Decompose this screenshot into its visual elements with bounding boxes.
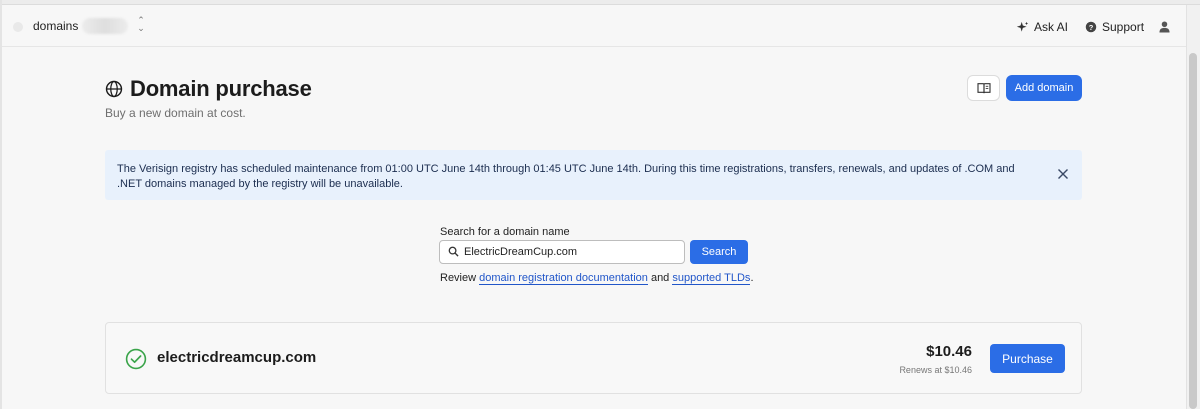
team-name[interactable]: domains xyxy=(33,19,78,33)
user-menu-button[interactable] xyxy=(1156,18,1172,36)
review-prefix: Review xyxy=(440,272,480,284)
search-icon xyxy=(448,246,459,257)
domain-docs-link[interactable]: domain registration documentation xyxy=(479,272,648,285)
browser-frame-left xyxy=(0,0,2,409)
globe-icon xyxy=(105,80,123,98)
review-suffix: . xyxy=(750,272,754,284)
scrollbar-thumb[interactable] xyxy=(1189,53,1197,409)
close-icon[interactable] xyxy=(1056,167,1070,181)
team-scope-redacted xyxy=(82,18,128,34)
help-circle-icon: ? xyxy=(1085,21,1097,33)
renewal-price: Renews at $10.46 xyxy=(899,365,972,375)
search-button[interactable]: Search xyxy=(690,240,748,264)
team-avatar xyxy=(13,22,23,32)
ask-ai-button[interactable]: Ask AI xyxy=(1016,18,1068,36)
result-domain-name: electricdreamcup.com xyxy=(157,349,317,366)
page-title: Domain purchase xyxy=(130,76,312,101)
review-links: Review domain registration documentation… xyxy=(440,272,754,285)
sparkle-icon xyxy=(1016,21,1029,32)
docs-button[interactable] xyxy=(967,75,1000,101)
banner-message: The Verisign registry has scheduled main… xyxy=(117,163,1015,190)
ask-ai-label: Ask AI xyxy=(1034,20,1069,34)
purchase-button[interactable]: Purchase xyxy=(990,344,1065,373)
search-label: Search for a domain name xyxy=(440,226,570,238)
chevron-up-down-icon[interactable]: ⌃ ⌄ xyxy=(135,16,147,36)
scrollbar[interactable] xyxy=(1186,5,1200,409)
page-subtitle: Buy a new domain at cost. xyxy=(105,106,246,120)
support-label: Support xyxy=(1102,20,1145,34)
check-circle-icon xyxy=(125,348,147,370)
review-and: and xyxy=(647,272,673,284)
maintenance-banner: The Verisign registry has scheduled main… xyxy=(105,150,1082,200)
domain-search-field[interactable] xyxy=(439,240,685,264)
add-domain-button[interactable]: Add domain xyxy=(1006,75,1082,101)
domain-result-card: electricdreamcup.com $10.46 Renews at $1… xyxy=(105,322,1082,394)
page-header: Domain purchase xyxy=(105,76,312,102)
book-icon xyxy=(976,83,991,94)
svg-text:?: ? xyxy=(1089,23,1094,32)
top-bar: domains ⌃ ⌄ Ask AI ? Support xyxy=(2,6,1186,47)
domain-search-input[interactable] xyxy=(464,243,678,261)
supported-tlds-link[interactable]: supported TLDs xyxy=(672,272,751,285)
domain-price: $10.46 xyxy=(926,343,972,360)
browser-frame-top xyxy=(0,0,1200,5)
support-button[interactable]: ? Support xyxy=(1085,18,1144,36)
user-icon xyxy=(1158,21,1170,33)
